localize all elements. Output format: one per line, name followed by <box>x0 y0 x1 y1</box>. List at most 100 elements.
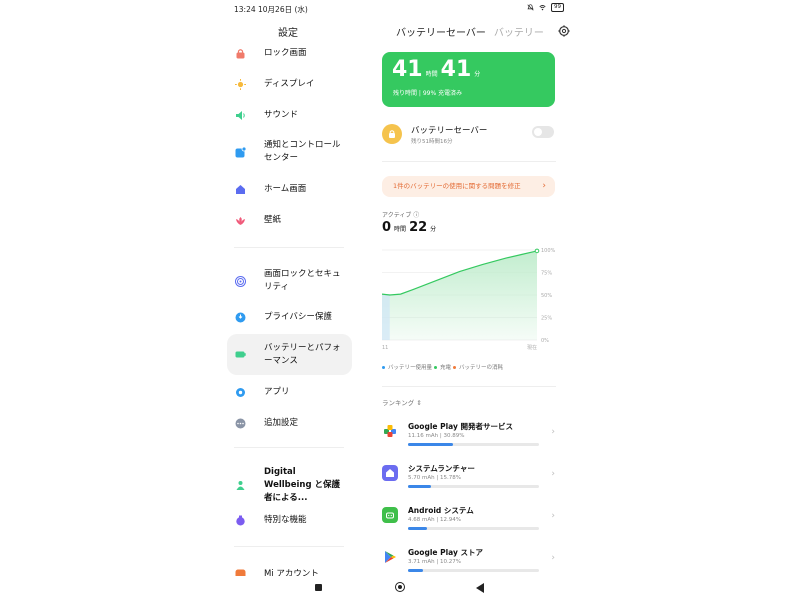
y-tick-label: 100% <box>541 248 556 254</box>
legend-usage: バッテリー使用量 <box>388 365 433 371</box>
fingerprint-icon <box>235 275 246 287</box>
tab-battery[interactable]: バッテリー <box>494 28 544 39</box>
legend-dot-drain <box>453 365 457 369</box>
remaining-minutes-unit: 分 <box>474 71 481 78</box>
app-usage-bar-fill <box>408 443 453 446</box>
current-point <box>534 248 540 254</box>
battery-issue-banner[interactable]: 1件のバッテリーの使用に関する問題を修正 › <box>382 176 555 197</box>
app-usage: 11.16 mAh | 30.89% <box>408 433 465 439</box>
y-tick-label: 75% <box>541 271 552 277</box>
menu-item-lock-screen[interactable]: ロック画面 <box>227 46 352 60</box>
status-icons: 99 <box>527 3 564 12</box>
back-button[interactable] <box>476 583 484 593</box>
settings-list: 設定 ロック画面 ディスプレイ サウンド 通知とコントロールセンター ホーム画面… <box>224 16 352 576</box>
battery-saver-icon <box>382 124 402 144</box>
app-row-system-launcher[interactable]: システムランチャー 5.70 mAh | 15.78% › <box>382 463 562 503</box>
app-name: Google Play 開発者サービス <box>408 422 513 431</box>
menu-item-label: 通知とコントロールセンター <box>264 140 341 163</box>
app-row-play-services[interactable]: Google Play 開発者サービス 11.16 mAh | 30.89% › <box>382 421 562 461</box>
menu-item-additional-settings[interactable]: 追加設定 <box>227 416 352 430</box>
battery-icon: 99 <box>551 3 564 12</box>
battery-pane: バッテリーセーバー バッテリー 41 時間 41 分 残り時間 | 99% 充電済み バ… <box>374 16 576 576</box>
menu-item-sound[interactable]: サウンド <box>227 108 352 122</box>
chevron-right-icon: › <box>551 553 555 563</box>
menu-item-label: バッテリーとパフォーマンス <box>264 342 341 366</box>
menu-item-display[interactable]: ディスプレイ <box>227 77 352 91</box>
x-tick-label: 11 <box>382 345 388 351</box>
tab-bar: バッテリーセーバー バッテリー <box>396 24 544 39</box>
battery-area <box>382 250 537 340</box>
home-icon <box>235 184 246 195</box>
divider <box>382 161 556 162</box>
app-usage-bar-fill <box>408 569 423 572</box>
battery-saver-toggle[interactable] <box>532 126 554 138</box>
app-usage-bar <box>408 569 539 572</box>
remaining-time-card: 41 時間 41 分 残り時間 | 99% 充電済み <box>382 52 555 107</box>
menu-item-notifications[interactable]: 通知とコントロールセンター <box>227 138 352 166</box>
remaining-sub: 残り時間 | 99% 充電済み <box>393 90 463 97</box>
menu-item-battery-performance[interactable]: バッテリーとパフォーマンス <box>227 334 352 375</box>
active-time: 0 時間 22 分 <box>382 220 439 235</box>
app-usage-bar <box>408 443 539 446</box>
device-screen: 13:24 10月26日 (水) 99 設定 ロック画面 ディスプレイ サウンド… <box>224 0 576 600</box>
remaining-minutes: 41 <box>440 57 472 82</box>
gear-icon <box>235 387 246 398</box>
battery-saver-sub: 残り51時間16分 <box>411 139 453 145</box>
app-row-play-store[interactable]: Google Play ストア 3.71 mAh | 10.27% › <box>382 547 562 576</box>
tab-battery-saver[interactable]: バッテリーセーバー <box>396 28 486 39</box>
status-time-date: 13:24 10月26日 (水) <box>234 5 308 14</box>
menu-item-home-screen[interactable]: ホーム画面 <box>227 182 352 196</box>
gear-icon[interactable] <box>558 25 570 37</box>
menu-item-mi-account[interactable]: Mi アカウント <box>227 567 352 576</box>
menu-item-screen-lock-security[interactable]: 画面ロックとセキュリティ <box>227 267 352 295</box>
active-minutes-unit: 分 <box>430 226 437 233</box>
app-usage: 4.68 mAh | 12.94% <box>408 517 461 523</box>
menu-item-apps[interactable]: アプリ <box>227 385 352 399</box>
menu-item-label: プライバシー保護 <box>264 311 332 322</box>
app-usage: 5.70 mAh | 15.78% <box>408 475 461 481</box>
remaining-hours-unit: 時間 <box>425 71 438 78</box>
privacy-icon <box>235 312 246 323</box>
legend-drain: バッテリーの消耗 <box>459 365 504 371</box>
recents-button[interactable] <box>315 584 322 591</box>
bell-off-icon <box>527 4 534 11</box>
android-icon <box>382 507 398 523</box>
battery-level-chart: 100% 75% 50% 25% 0% 11 現在 <box>382 248 556 351</box>
menu-item-special-features[interactable]: 特別な機能 <box>227 513 352 527</box>
lock-icon <box>235 48 246 59</box>
app-name: Google Play ストア <box>408 548 483 557</box>
play-services-icon <box>382 423 398 439</box>
battery-saver-row[interactable]: バッテリーセーバー 残り51時間16分 <box>382 122 562 150</box>
menu-item-label: 特別な機能 <box>264 514 307 525</box>
y-tick-label: 0% <box>541 338 549 344</box>
legend-dot-charge <box>434 365 438 369</box>
y-tick-label: 50% <box>541 293 552 299</box>
active-hours-unit: 時間 <box>394 226 407 233</box>
sun-icon <box>235 78 246 90</box>
divider <box>382 386 556 387</box>
menu-item-label: 壁紙 <box>264 214 282 225</box>
ranking-label[interactable]: ランキング ⇕ <box>382 397 422 407</box>
app-usage: 3.71 mAh | 10.27% <box>408 559 461 565</box>
remaining-time: 41 時間 41 分 <box>392 57 483 82</box>
home-button[interactable] <box>395 582 405 592</box>
settings-title: 設定 <box>278 28 298 39</box>
more-icon <box>235 418 246 429</box>
menu-item-label: 追加設定 <box>264 417 299 428</box>
chevron-right-icon: › <box>551 427 555 437</box>
menu-item-digital-wellbeing[interactable]: Digital Wellbeing と保護者による... <box>227 467 352 503</box>
legend-charge: 充電 <box>440 365 452 371</box>
divider <box>234 546 344 547</box>
status-bar: 13:24 10月26日 (水) 99 <box>224 0 576 16</box>
chevron-right-icon: › <box>551 469 555 479</box>
divider <box>234 447 344 448</box>
app-row-android-system[interactable]: Android システム 4.68 mAh | 12.94% › <box>382 505 562 545</box>
x-tick-label: 現在 <box>527 344 537 351</box>
usage-segment <box>382 294 390 340</box>
menu-item-privacy[interactable]: プライバシー保護 <box>227 310 352 324</box>
chart-legend: バッテリー使用量 充電 バッテリーの消耗 <box>382 363 503 371</box>
app-name: システムランチャー <box>408 464 475 473</box>
app-usage-bar <box>408 527 539 530</box>
menu-item-wallpaper[interactable]: 壁紙 <box>227 213 352 227</box>
menu-item-label: 画面ロックとセキュリティ <box>264 269 341 292</box>
